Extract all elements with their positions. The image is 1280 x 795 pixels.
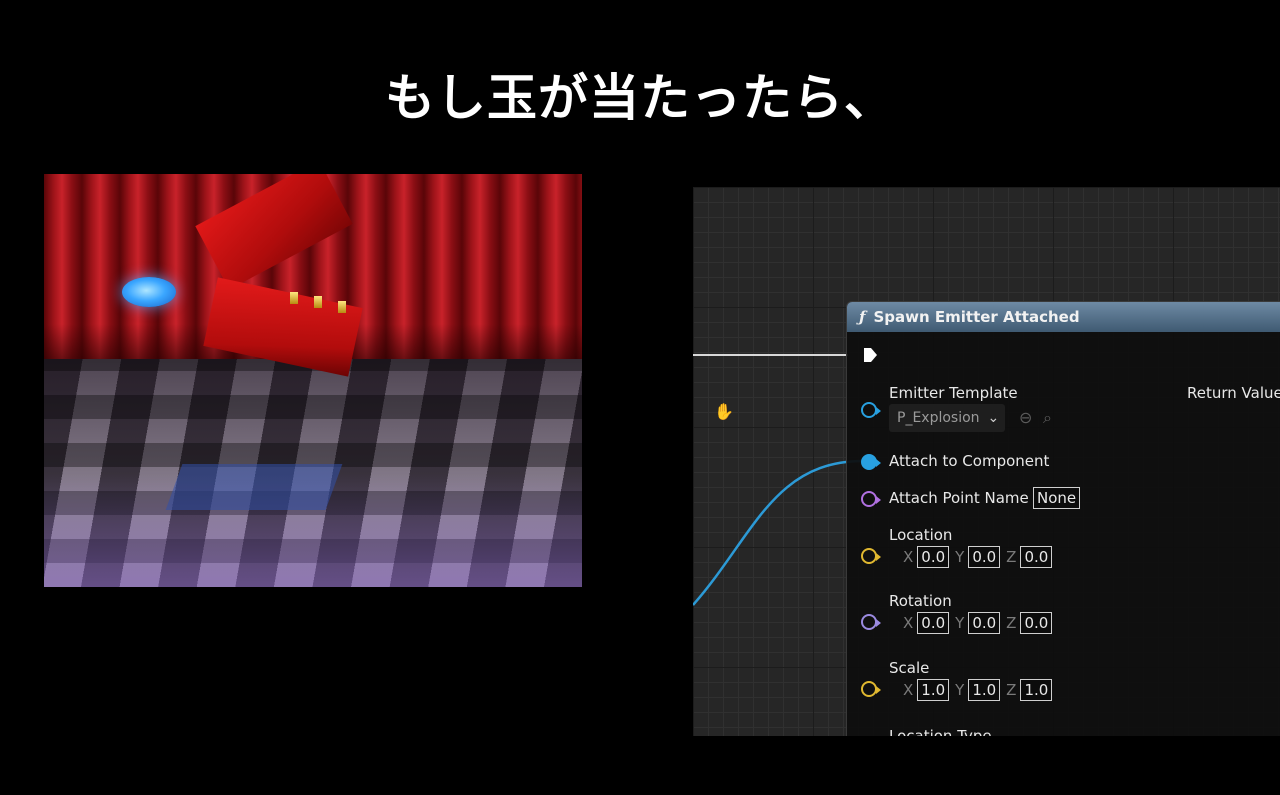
fn-icon: ƒ [859, 308, 866, 326]
axis-x: X [903, 548, 914, 566]
axis-z: Z [1006, 548, 1017, 566]
attach-to-component-pin[interactable] [861, 454, 881, 470]
return-value-label: Return Value [1187, 384, 1280, 402]
rotation-y-field[interactable]: 0.0 [968, 612, 1001, 634]
rotation-fields: X 0.0 Y 0.0 Z 0.0 [903, 612, 1058, 634]
floor-reflection [165, 464, 343, 510]
rotation-pin[interactable] [861, 614, 881, 630]
game-scene [44, 174, 582, 587]
spawn-emitter-node[interactable]: ƒ Spawn Emitter Attached Return Value Em… [846, 301, 1280, 736]
axis-y: Y [955, 548, 965, 566]
rotation-z-field[interactable]: 0.0 [1020, 612, 1053, 634]
hand-cursor-icon: ✋ [714, 402, 734, 421]
box-tooth [338, 301, 346, 313]
axis-y: Y [955, 614, 965, 632]
rotation-label: Rotation [889, 592, 952, 610]
attach-to-component-label: Attach to Component [889, 452, 1050, 470]
node-header[interactable]: ƒ Spawn Emitter Attached [847, 302, 1280, 332]
scale-fields: X 1.0 Y 1.0 Z 1.0 [903, 679, 1058, 701]
scale-x-field[interactable]: 1.0 [917, 679, 950, 701]
box-tooth [314, 296, 322, 308]
scale-z-field[interactable]: 1.0 [1020, 679, 1053, 701]
attach-point-name-label: Attach Point Name [889, 489, 1029, 507]
scale-label: Scale [889, 659, 930, 677]
axis-z: Z [1006, 614, 1017, 632]
location-label: Location [889, 526, 953, 544]
browse-arrow-icon[interactable]: ⊖ [1019, 408, 1039, 428]
location-fields: X 0.0 Y 0.0 Z 0.0 [903, 546, 1058, 568]
caption: もし玉が当たったら、 [385, 69, 895, 127]
emitter-template-pin[interactable] [861, 402, 881, 418]
attach-point-name-field[interactable]: None [1033, 487, 1081, 509]
object-wire [693, 459, 864, 606]
location-type-label: Location Type [889, 727, 992, 736]
location-pin[interactable] [861, 548, 881, 564]
emitter-template-label: Emitter Template [889, 384, 1018, 402]
location-z-field[interactable]: 0.0 [1020, 546, 1053, 568]
scale-pin[interactable] [861, 681, 881, 697]
axis-x: X [903, 681, 914, 699]
exec-pin-icon[interactable] [862, 347, 878, 363]
emitter-template-dropdown[interactable]: P_Explosion ⌄ [889, 404, 1005, 432]
axis-z: Z [1006, 681, 1017, 699]
node-title: Spawn Emitter Attached [873, 308, 1080, 326]
chevron-down-icon: ⌄ [987, 410, 1000, 426]
attach-point-name-pin[interactable] [861, 491, 881, 507]
blueprint-graph[interactable]: ✋ ƒ Spawn Emitter Attached Return Value … [693, 187, 1280, 736]
search-icon[interactable]: ⌕ [1043, 408, 1063, 428]
blue-ball [122, 277, 176, 307]
rotation-x-field[interactable]: 0.0 [917, 612, 950, 634]
location-y-field[interactable]: 0.0 [968, 546, 1001, 568]
location-x-field[interactable]: 0.0 [917, 546, 950, 568]
box-tooth [290, 292, 298, 304]
axis-x: X [903, 614, 914, 632]
axis-y: Y [955, 681, 965, 699]
emitter-template-value: P_Explosion [897, 410, 980, 426]
scale-y-field[interactable]: 1.0 [968, 679, 1001, 701]
